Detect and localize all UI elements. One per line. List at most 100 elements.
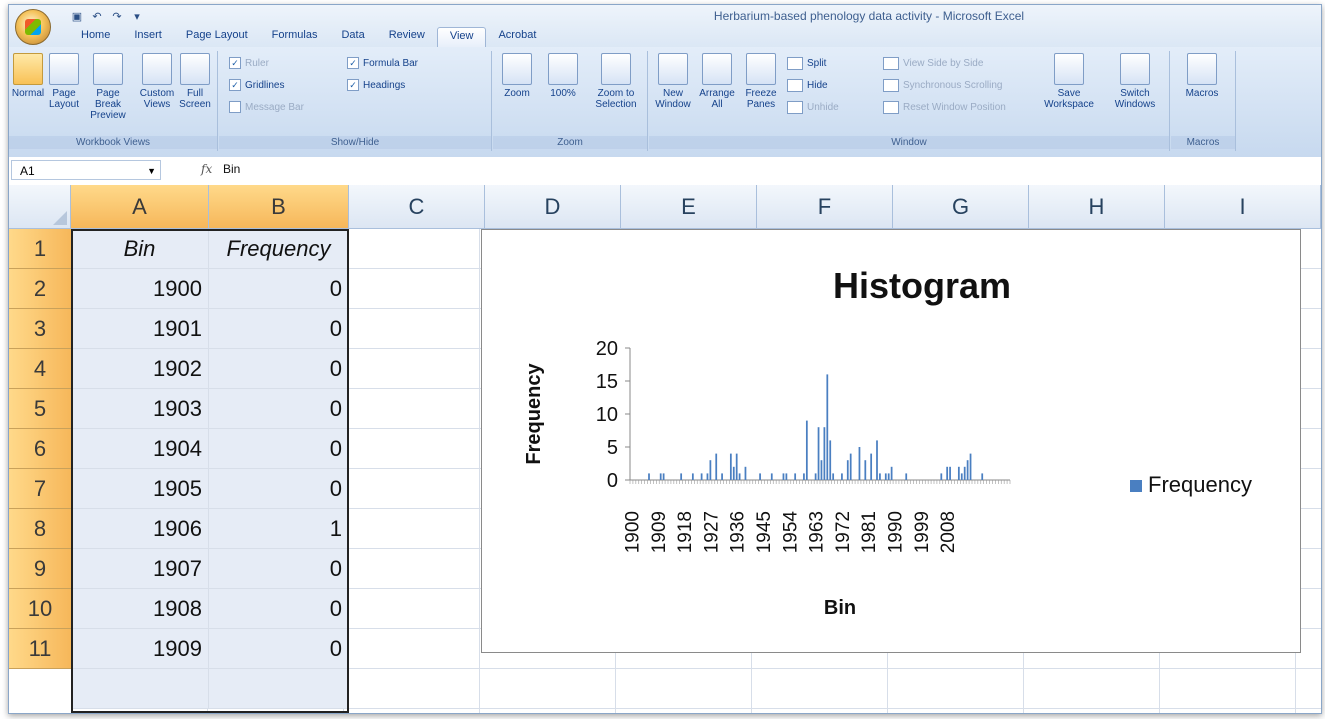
cell-frequency[interactable]: 0 xyxy=(209,589,349,629)
switch-windows-button[interactable]: Switch Windows xyxy=(1105,53,1165,110)
row-header[interactable]: 4 xyxy=(9,349,71,389)
column-header-f[interactable]: F xyxy=(757,185,893,229)
save-workspace-button[interactable]: Save Workspace xyxy=(1039,53,1099,110)
row-header[interactable]: 2 xyxy=(9,269,71,309)
cell-frequency[interactable]: 0 xyxy=(209,309,349,349)
zoom-to-selection-button[interactable]: Zoom to Selection xyxy=(589,53,643,110)
checkbox-icon: ✓ xyxy=(347,79,359,91)
undo-icon[interactable]: ↶ xyxy=(89,10,105,24)
redo-icon[interactable]: ↷ xyxy=(109,10,125,24)
page-layout-view-button[interactable]: Page Layout xyxy=(47,53,81,110)
headings-checkbox[interactable]: ✓ Headings xyxy=(347,79,405,91)
office-button[interactable] xyxy=(15,9,51,45)
cell-bin[interactable]: 1900 xyxy=(71,269,209,309)
cell-frequency[interactable]: 0 xyxy=(209,389,349,429)
arrange-all-button[interactable]: Arrange All xyxy=(697,53,737,110)
hide-button[interactable]: Hide xyxy=(787,79,828,92)
full-screen-button[interactable]: Full Screen xyxy=(177,53,213,110)
ribbon: Normal Page Layout Page Break Preview Cu… xyxy=(9,47,1321,158)
new-window-button[interactable]: New Window xyxy=(653,53,693,110)
row-header[interactable]: 7 xyxy=(9,469,71,509)
histogram-bar xyxy=(846,460,849,480)
zoom-100-button[interactable]: 100% xyxy=(543,53,583,99)
row-header[interactable]: 10 xyxy=(9,589,71,629)
reset-window-position-button[interactable]: Reset Window Position xyxy=(883,101,1006,114)
cell-b1[interactable]: Frequency xyxy=(209,229,349,269)
view-side-by-side-button[interactable]: View Side by Side xyxy=(883,57,983,70)
cell-bin[interactable]: 1903 xyxy=(71,389,209,429)
cell-empty[interactable] xyxy=(209,669,349,709)
tab-home[interactable]: Home xyxy=(69,27,122,47)
formula-input[interactable]: Bin xyxy=(223,162,240,176)
column-header-i[interactable]: I xyxy=(1165,185,1321,229)
tab-insert[interactable]: Insert xyxy=(122,27,174,47)
cell-bin[interactable]: 1907 xyxy=(71,549,209,589)
cell-bin[interactable]: 1909 xyxy=(71,629,209,669)
insert-function-icon[interactable]: fx xyxy=(201,162,212,176)
histogram-bar xyxy=(648,473,650,480)
customize-qat-icon[interactable]: ▾ xyxy=(129,10,145,24)
x-tick-label: 1945 xyxy=(754,511,775,553)
column-header-c[interactable]: C xyxy=(349,185,485,229)
cell-a1[interactable]: Bin xyxy=(71,229,209,269)
cell-bin[interactable]: 1906 xyxy=(71,509,209,549)
column-header-h[interactable]: H xyxy=(1029,185,1165,229)
tab-view[interactable]: View xyxy=(436,27,487,48)
cell-bin[interactable]: 1908 xyxy=(71,589,209,629)
column-header-g[interactable]: G xyxy=(893,185,1029,229)
row-header[interactable]: 1 xyxy=(9,229,71,269)
cell-bin[interactable]: 1905 xyxy=(71,469,209,509)
row-header[interactable]: 6 xyxy=(9,429,71,469)
column-header-e[interactable]: E xyxy=(621,185,757,229)
column-header-b[interactable]: B xyxy=(209,185,349,229)
cell-frequency[interactable]: 0 xyxy=(209,349,349,389)
page-break-preview-button[interactable]: Page Break Preview xyxy=(83,53,133,121)
split-button[interactable]: Split xyxy=(787,57,826,70)
histogram-bar xyxy=(949,466,951,480)
macros-button[interactable]: Macros xyxy=(1179,53,1225,99)
row-header[interactable]: 3 xyxy=(9,309,71,349)
cell-frequency[interactable]: 0 xyxy=(209,629,349,669)
message-bar-checkbox[interactable]: Message Bar xyxy=(229,101,304,113)
cell-frequency[interactable]: 0 xyxy=(209,469,349,509)
row-header[interactable]: 11 xyxy=(9,629,71,669)
row-header[interactable]: 8 xyxy=(9,509,71,549)
show-hide-label: Show/Hide xyxy=(219,136,491,149)
custom-views-button[interactable]: Custom Views xyxy=(139,53,175,110)
column-header-a[interactable]: A xyxy=(71,185,209,229)
normal-view-button[interactable]: Normal xyxy=(11,53,45,99)
cell-frequency[interactable]: 0 xyxy=(209,269,349,309)
tab-page-layout[interactable]: Page Layout xyxy=(174,27,260,47)
zoom-button[interactable]: Zoom xyxy=(497,53,537,99)
unhide-button[interactable]: Unhide xyxy=(787,101,839,114)
column-header-d[interactable]: D xyxy=(485,185,621,229)
freeze-panes-button[interactable]: Freeze Panes xyxy=(741,53,781,110)
cell-frequency[interactable]: 1 xyxy=(209,509,349,549)
tab-acrobat[interactable]: Acrobat xyxy=(486,27,548,47)
cell-frequency[interactable]: 0 xyxy=(209,429,349,469)
chevron-down-icon[interactable]: ▼ xyxy=(147,161,156,181)
arrange-all-icon xyxy=(702,53,732,85)
cell-frequency[interactable]: 0 xyxy=(209,549,349,589)
cell-bin[interactable]: 1904 xyxy=(71,429,209,469)
formula-bar-checkbox[interactable]: ✓ Formula Bar xyxy=(347,57,418,69)
histogram-chart[interactable]: Histogram 0 5 10 15 20 Frequency 1900 1909 1918 19… xyxy=(481,229,1301,653)
ruler-checkbox[interactable]: ✓ Ruler xyxy=(229,57,269,69)
histogram-bar xyxy=(662,473,665,480)
histogram-bar xyxy=(820,460,823,480)
select-all-button[interactable] xyxy=(9,185,71,229)
cell-bin[interactable]: 1901 xyxy=(71,309,209,349)
histogram-bar xyxy=(805,420,808,480)
name-box[interactable]: A1 ▼ xyxy=(11,160,161,180)
row-header[interactable]: 9 xyxy=(9,549,71,589)
save-icon[interactable]: ▣ xyxy=(69,10,85,24)
tab-data[interactable]: Data xyxy=(329,27,376,47)
split-label: Split xyxy=(807,58,827,69)
row-header[interactable]: 5 xyxy=(9,389,71,429)
tab-formulas[interactable]: Formulas xyxy=(260,27,330,47)
cell-bin[interactable]: 1902 xyxy=(71,349,209,389)
gridlines-checkbox[interactable]: ✓ Gridlines xyxy=(229,79,284,91)
cell-empty[interactable] xyxy=(71,669,209,709)
tab-review[interactable]: Review xyxy=(377,27,437,47)
synchronous-scrolling-button[interactable]: Synchronous Scrolling xyxy=(883,79,1003,92)
